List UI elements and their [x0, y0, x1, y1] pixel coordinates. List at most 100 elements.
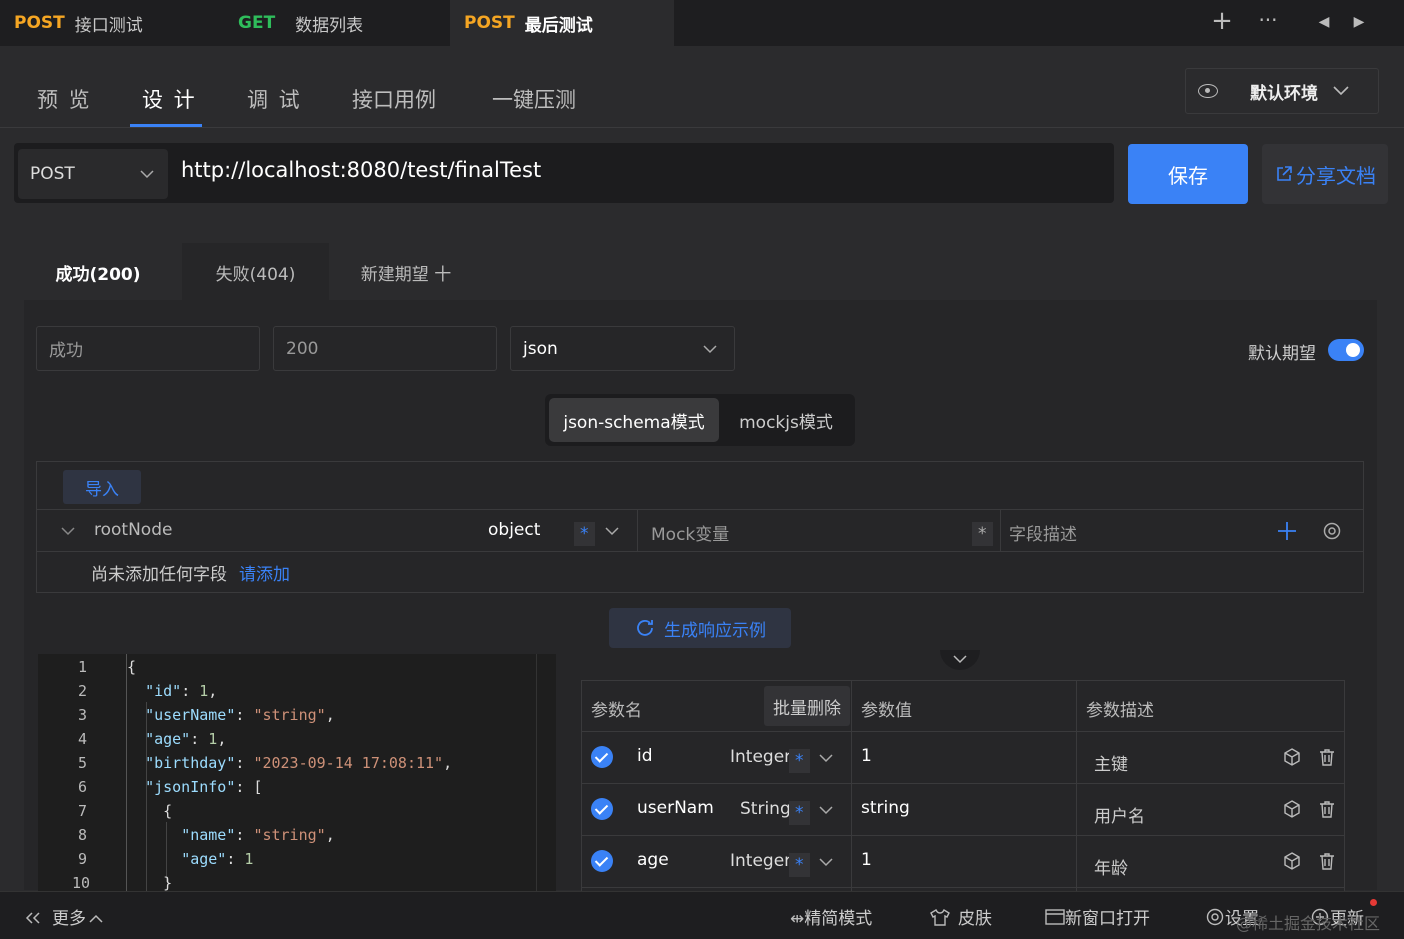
batch-delete-button[interactable]: 批量删除 [764, 686, 850, 726]
chevron-down-icon[interactable] [819, 805, 833, 815]
mock-variable-input[interactable]: Mock变量 [651, 520, 729, 545]
tab-get-data-list[interactable]: GET 数据列表 [226, 0, 448, 46]
content-type-select[interactable]: json [510, 326, 735, 371]
scroll-left-icon[interactable]: ◀ [1311, 14, 1337, 30]
url-input[interactable]: http://localhost:8080/test/finalTest [181, 158, 541, 182]
chevron-down-icon [140, 170, 154, 179]
gear-icon [1206, 908, 1224, 926]
expect-tab-success[interactable]: 成功(200) [24, 243, 172, 301]
mockjs-mode-button[interactable]: mockjs模式 [721, 398, 851, 442]
required-marker[interactable]: * [789, 853, 810, 877]
tab-title: 数据列表 [295, 15, 364, 36]
param-value[interactable]: 1 [861, 850, 872, 870]
param-desc[interactable]: 年龄 [1094, 854, 1128, 879]
param-value[interactable]: 1 [861, 746, 872, 766]
line-number: 7 [78, 802, 88, 820]
code-line: { [127, 658, 137, 676]
save-button[interactable]: 保存 [1128, 144, 1248, 204]
share-icon [1277, 166, 1292, 181]
cube-icon[interactable] [1282, 747, 1302, 767]
row-checkbox[interactable] [591, 798, 613, 820]
simple-mode-button[interactable]: ⇹精简模式 [790, 904, 872, 929]
chevron-down-icon[interactable] [819, 753, 833, 763]
trash-icon[interactable] [1317, 747, 1337, 767]
trash-icon[interactable] [1317, 799, 1337, 819]
method-select[interactable]: POST [18, 149, 168, 199]
param-type[interactable]: String [740, 799, 791, 819]
required-marker[interactable]: * [574, 522, 595, 546]
chevron-down-icon[interactable] [61, 526, 75, 536]
skin-button[interactable]: 皮肤 [930, 904, 992, 929]
status-bar [0, 891, 1404, 939]
scroll-right-icon[interactable]: ▶ [1346, 14, 1372, 30]
json-schema-mode-button[interactable]: json-schema模式 [549, 398, 719, 442]
more-icon[interactable]: ··· [1255, 8, 1281, 32]
param-type[interactable]: Integer [730, 747, 791, 767]
status-code-input[interactable]: 200 [273, 326, 497, 371]
divider [582, 783, 1344, 784]
gear-icon[interactable] [1322, 521, 1342, 541]
expectation-name-input[interactable]: 成功 [36, 326, 260, 371]
collapse-chevron-icon[interactable] [940, 650, 980, 670]
param-name[interactable]: age [637, 850, 669, 870]
cube-icon[interactable] [1282, 851, 1302, 871]
divider [1076, 681, 1077, 891]
root-node-type[interactable]: object [488, 520, 540, 540]
field-description-input[interactable]: 字段描述 [1009, 520, 1077, 545]
line-number: 8 [78, 826, 88, 844]
tab-preview[interactable]: 预 览 [37, 84, 92, 114]
param-name[interactable]: userNam [637, 798, 714, 818]
divider [37, 509, 1363, 510]
add-tab-icon[interactable]: + [1209, 6, 1235, 36]
root-node-name[interactable]: rootNode [94, 520, 172, 540]
required-marker[interactable]: * [789, 749, 810, 773]
expect-tab-fail[interactable]: 失败(404) [182, 243, 329, 301]
mock-required-marker[interactable]: * [972, 522, 993, 546]
environment-label: 默认环境 [1250, 83, 1318, 104]
row-checkbox[interactable] [591, 850, 613, 872]
tab-debug[interactable]: 调 试 [247, 84, 302, 114]
new-window-button[interactable]: 新窗口打开 [1045, 904, 1150, 929]
row-checkbox[interactable] [591, 746, 613, 768]
empty-fields-row: 尚未添加任何字段 请添加 [91, 560, 290, 585]
cube-icon[interactable] [1282, 799, 1302, 819]
divider [582, 835, 1344, 836]
tab-stress-test[interactable]: 一键压测 [492, 84, 576, 114]
share-doc-button[interactable]: 分享文档 [1262, 144, 1388, 204]
code-line: } [127, 874, 173, 892]
tab-design[interactable]: 设 计 [142, 84, 197, 114]
plus-icon[interactable] [1277, 521, 1297, 541]
tab-test-cases[interactable]: 接口用例 [352, 84, 436, 114]
divider [637, 510, 638, 551]
more-menu[interactable]: 更多 [24, 904, 103, 929]
code-line: "age": 1 [181, 850, 254, 868]
tab-post-interface-test[interactable]: POST 接口测试 [0, 0, 224, 46]
generate-label: 生成响应示例 [664, 620, 766, 641]
trash-icon[interactable] [1317, 851, 1337, 871]
chevron-down-icon[interactable] [605, 526, 619, 536]
param-desc[interactable]: 主键 [1094, 750, 1128, 775]
environment-selector[interactable]: 默认环境 [1185, 68, 1379, 114]
chevron-down-icon[interactable] [819, 857, 833, 867]
generate-example-button[interactable]: 生成响应示例 [609, 608, 791, 648]
new-expectation-button[interactable]: 新建期望 十 [344, 243, 468, 301]
import-button[interactable]: 导入 [63, 470, 141, 504]
eye-icon[interactable] [1198, 84, 1218, 98]
json-code-editor[interactable]: 1 2 3 4 5 6 7 8 9 10 { "id": 1, "userNam… [38, 654, 556, 892]
param-name[interactable]: id [637, 746, 653, 766]
required-marker[interactable]: * [789, 801, 810, 825]
param-type[interactable]: Integer [730, 851, 791, 871]
param-value[interactable]: string [861, 798, 910, 818]
url-bar [14, 143, 1114, 203]
default-expectation-toggle[interactable] [1328, 339, 1364, 361]
code-line: "userName": "string", [145, 706, 335, 724]
tab-post-final-test[interactable]: POST 最后测试 [450, 0, 674, 46]
double-chevron-left-icon [25, 912, 40, 924]
editor-scrollbar[interactable] [536, 654, 537, 892]
param-desc[interactable]: 用户名 [1094, 802, 1145, 827]
divider [37, 551, 1363, 552]
tab-title: 接口测试 [74, 15, 143, 36]
add-field-link[interactable]: 请添加 [239, 565, 290, 585]
line-number: 9 [78, 850, 88, 868]
code-line: "name": "string", [181, 826, 335, 844]
